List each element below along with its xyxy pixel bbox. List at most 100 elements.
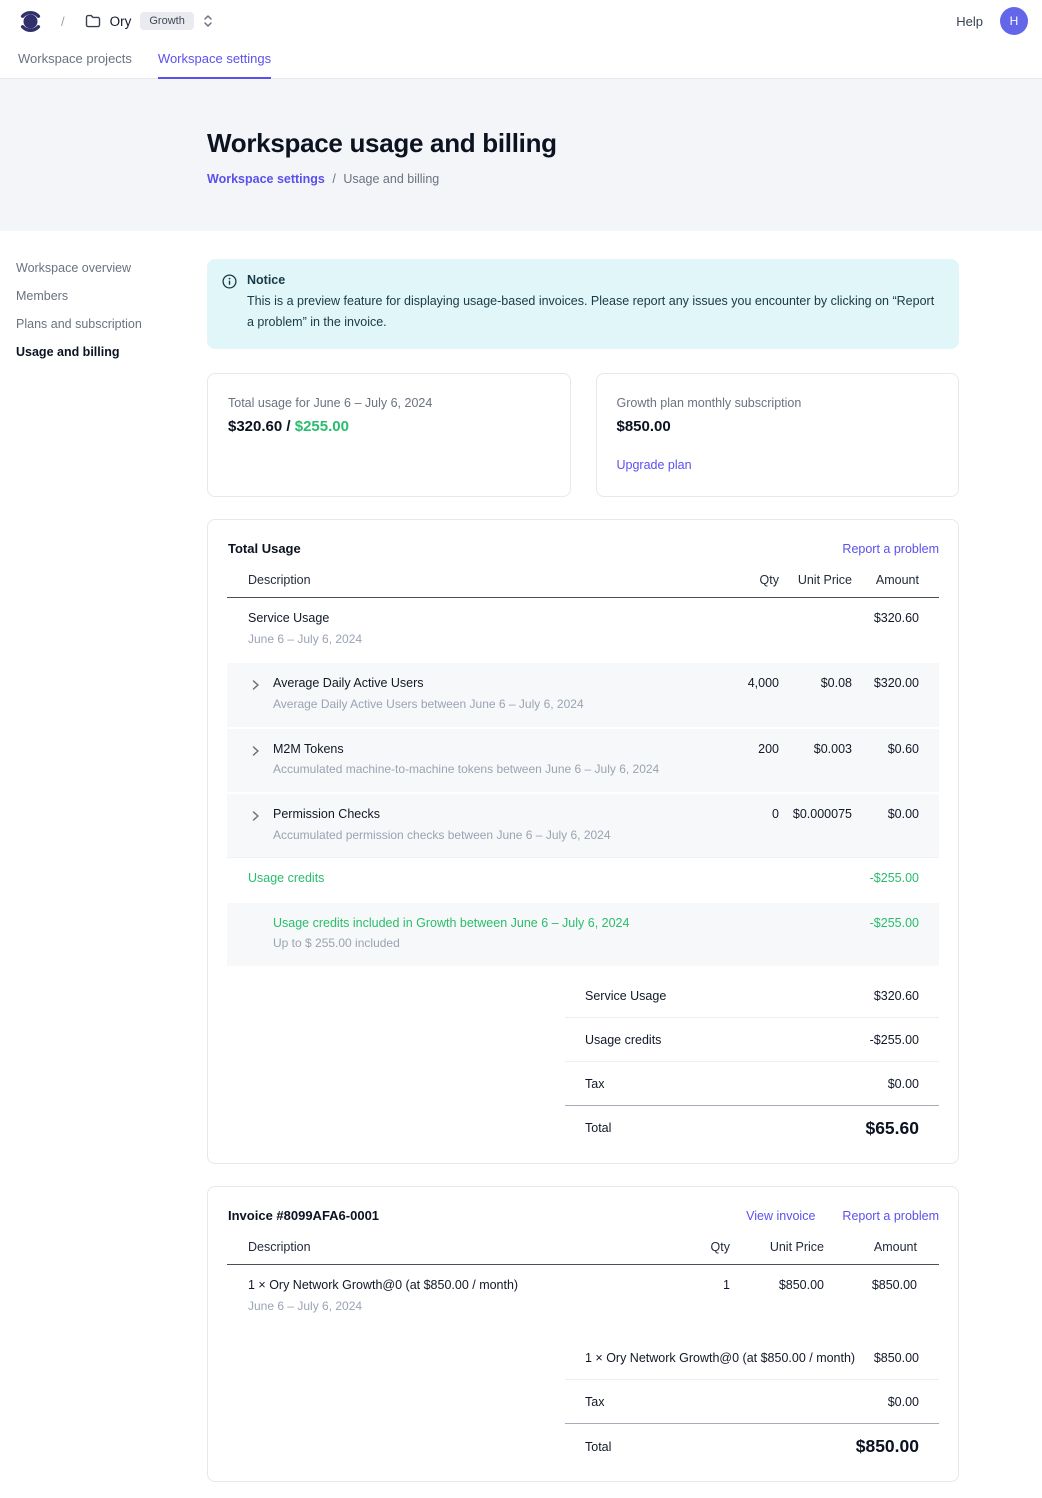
- table-row-invoice-line: 1 × Ory Network Growth@0 (at $850.00 / m…: [227, 1265, 939, 1328]
- workspace-switcher[interactable]: Ory Growth: [85, 12, 213, 30]
- report-problem-link[interactable]: Report a problem: [842, 542, 939, 556]
- col-qty: Qty: [709, 573, 779, 587]
- plan-value: $850.00: [617, 418, 939, 435]
- totals-value: $0.00: [888, 1077, 919, 1091]
- row-qty: 200: [709, 742, 779, 756]
- row-unit-price: $0.08: [779, 676, 852, 690]
- expand-chevron-icon[interactable]: [227, 807, 273, 822]
- col-description: Description: [248, 573, 709, 587]
- totals-row-line-item: 1 × Ory Network Growth@0 (at $850.00 / m…: [565, 1336, 939, 1380]
- row-title: Average Daily Active Users: [273, 676, 709, 692]
- row-title: Permission Checks: [273, 807, 709, 823]
- usage-amount: $320.60: [228, 418, 282, 435]
- totals-label: Service Usage: [585, 989, 666, 1003]
- row-title: M2M Tokens: [273, 742, 709, 758]
- totals-value: $320.60: [874, 989, 919, 1003]
- col-description: Description: [248, 1240, 670, 1254]
- totals-label: Total: [585, 1121, 611, 1135]
- panel-title: Total Usage: [228, 541, 301, 556]
- table-row-usage-credits: Usage credits -$255.00: [227, 857, 939, 901]
- totals-value: $65.60: [865, 1118, 919, 1139]
- row-subtitle: Accumulated machine-to-machine tokens be…: [273, 762, 709, 778]
- table-row-usage-credits-detail: Usage credits included in Growth between…: [227, 903, 939, 966]
- usage-totals: Service Usage $320.60 Usage credits -$25…: [565, 974, 939, 1157]
- invoice-panel: Invoice #8099AFA6-0001 View invoice Repo…: [207, 1186, 959, 1482]
- ory-logo-icon[interactable]: [18, 8, 43, 35]
- sidebar-item-plans-and-subscription[interactable]: Plans and subscription: [16, 317, 191, 331]
- expand-chevron-icon[interactable]: [227, 742, 273, 757]
- totals-label: Tax: [585, 1077, 604, 1091]
- totals-row-total: Total $850.00: [565, 1424, 939, 1475]
- row-amount: -$255.00: [852, 916, 919, 930]
- row-amount: -$255.00: [852, 871, 919, 885]
- total-usage-card: Total usage for June 6 – July 6, 2024 $3…: [207, 373, 571, 497]
- totals-value: $850.00: [874, 1351, 919, 1365]
- sidebar-item-members[interactable]: Members: [16, 289, 191, 303]
- totals-label: 1 × Ory Network Growth@0 (at $850.00 / m…: [585, 1351, 855, 1365]
- row-qty: 4,000: [709, 676, 779, 690]
- table-row-permission-checks: Permission Checks Accumulated permission…: [227, 794, 939, 857]
- totals-row-usage-credits: Usage credits -$255.00: [565, 1018, 939, 1062]
- breadcrumb-separator: /: [332, 172, 335, 186]
- help-button[interactable]: Help: [956, 14, 983, 29]
- folder-icon: [85, 14, 101, 28]
- page-title: Workspace usage and billing: [207, 128, 1042, 159]
- row-unit-price: $850.00: [730, 1278, 824, 1292]
- sidebar-item-usage-and-billing[interactable]: Usage and billing: [16, 345, 191, 359]
- col-unit-price: Unit Price: [779, 573, 852, 587]
- row-subtitle: Accumulated permission checks between Ju…: [273, 828, 709, 844]
- row-unit-price: $0.000075: [779, 807, 852, 821]
- expand-chevron-icon[interactable]: [227, 676, 273, 691]
- row-amount: $320.00: [852, 676, 919, 690]
- avatar[interactable]: H: [1000, 7, 1028, 35]
- report-problem-link[interactable]: Report a problem: [842, 1209, 939, 1223]
- row-amount: $0.00: [852, 807, 919, 821]
- totals-row-tax: Tax $0.00: [565, 1380, 939, 1424]
- upgrade-plan-link[interactable]: Upgrade plan: [617, 458, 692, 472]
- totals-row-tax: Tax $0.00: [565, 1062, 939, 1106]
- totals-value: $850.00: [856, 1436, 919, 1457]
- row-title: 1 × Ory Network Growth@0 (at $850.00 / m…: [248, 1278, 670, 1294]
- content-area: Workspace overview Members Plans and sub…: [0, 231, 1042, 1498]
- total-usage-label: Total usage for June 6 – July 6, 2024: [228, 396, 550, 410]
- totals-label: Total: [585, 1440, 611, 1454]
- totals-value: -$255.00: [870, 1033, 919, 1047]
- sidebar-item-workspace-overview[interactable]: Workspace overview: [16, 261, 191, 275]
- page-header: Workspace usage and billing Workspace se…: [0, 79, 1042, 231]
- totals-label: Tax: [585, 1395, 604, 1409]
- tab-bar: Workspace projects Workspace settings: [0, 42, 1042, 79]
- row-subtitle: June 6 – July 6, 2024: [248, 632, 709, 648]
- breadcrumb-link-workspace-settings[interactable]: Workspace settings: [207, 172, 325, 186]
- row-subtitle: June 6 – July 6, 2024: [248, 1299, 670, 1315]
- breadcrumb-current: Usage and billing: [343, 172, 439, 186]
- tab-workspace-projects[interactable]: Workspace projects: [18, 42, 132, 79]
- view-invoice-link[interactable]: View invoice: [746, 1209, 815, 1223]
- total-usage-value: $320.60 / $255.00: [228, 418, 550, 435]
- usage-credit-amount: $255.00: [295, 418, 349, 435]
- row-qty: 0: [709, 807, 779, 821]
- invoice-totals: 1 × Ory Network Growth@0 (at $850.00 / m…: [565, 1336, 939, 1475]
- breadcrumb: Workspace settings / Usage and billing: [207, 172, 1042, 186]
- breadcrumb-separator: /: [61, 14, 65, 29]
- row-subtitle: Up to $ 255.00 included: [273, 936, 709, 952]
- table-row-service-usage: Service Usage June 6 – July 6, 2024 $320…: [227, 598, 939, 661]
- table-header: Description Qty Unit Price Amount: [227, 556, 939, 598]
- col-unit-price: Unit Price: [730, 1240, 824, 1254]
- plan-label: Growth plan monthly subscription: [617, 396, 939, 410]
- invoice-title: Invoice #8099AFA6-0001: [228, 1208, 379, 1223]
- totals-row-service-usage: Service Usage $320.60: [565, 974, 939, 1018]
- settings-sidebar: Workspace overview Members Plans and sub…: [16, 261, 191, 373]
- totals-row-total: Total $65.60: [565, 1106, 939, 1157]
- row-unit-price: $0.003: [779, 742, 852, 756]
- invoice-table: Description Qty Unit Price Amount 1 × Or…: [227, 1223, 939, 1328]
- col-qty: Qty: [670, 1240, 730, 1254]
- row-title: Usage credits: [248, 871, 709, 887]
- row-amount: $0.60: [852, 742, 919, 756]
- table-header: Description Qty Unit Price Amount: [227, 1223, 939, 1265]
- notice-banner: Notice This is a preview feature for dis…: [207, 259, 959, 349]
- row-qty: 1: [670, 1278, 730, 1292]
- table-row-average-daily-active-users: Average Daily Active Users Average Daily…: [227, 663, 939, 726]
- table-row-m2m-tokens: M2M Tokens Accumulated machine-to-machin…: [227, 729, 939, 792]
- tab-workspace-settings[interactable]: Workspace settings: [158, 42, 271, 79]
- row-title: Usage credits included in Growth between…: [273, 916, 709, 932]
